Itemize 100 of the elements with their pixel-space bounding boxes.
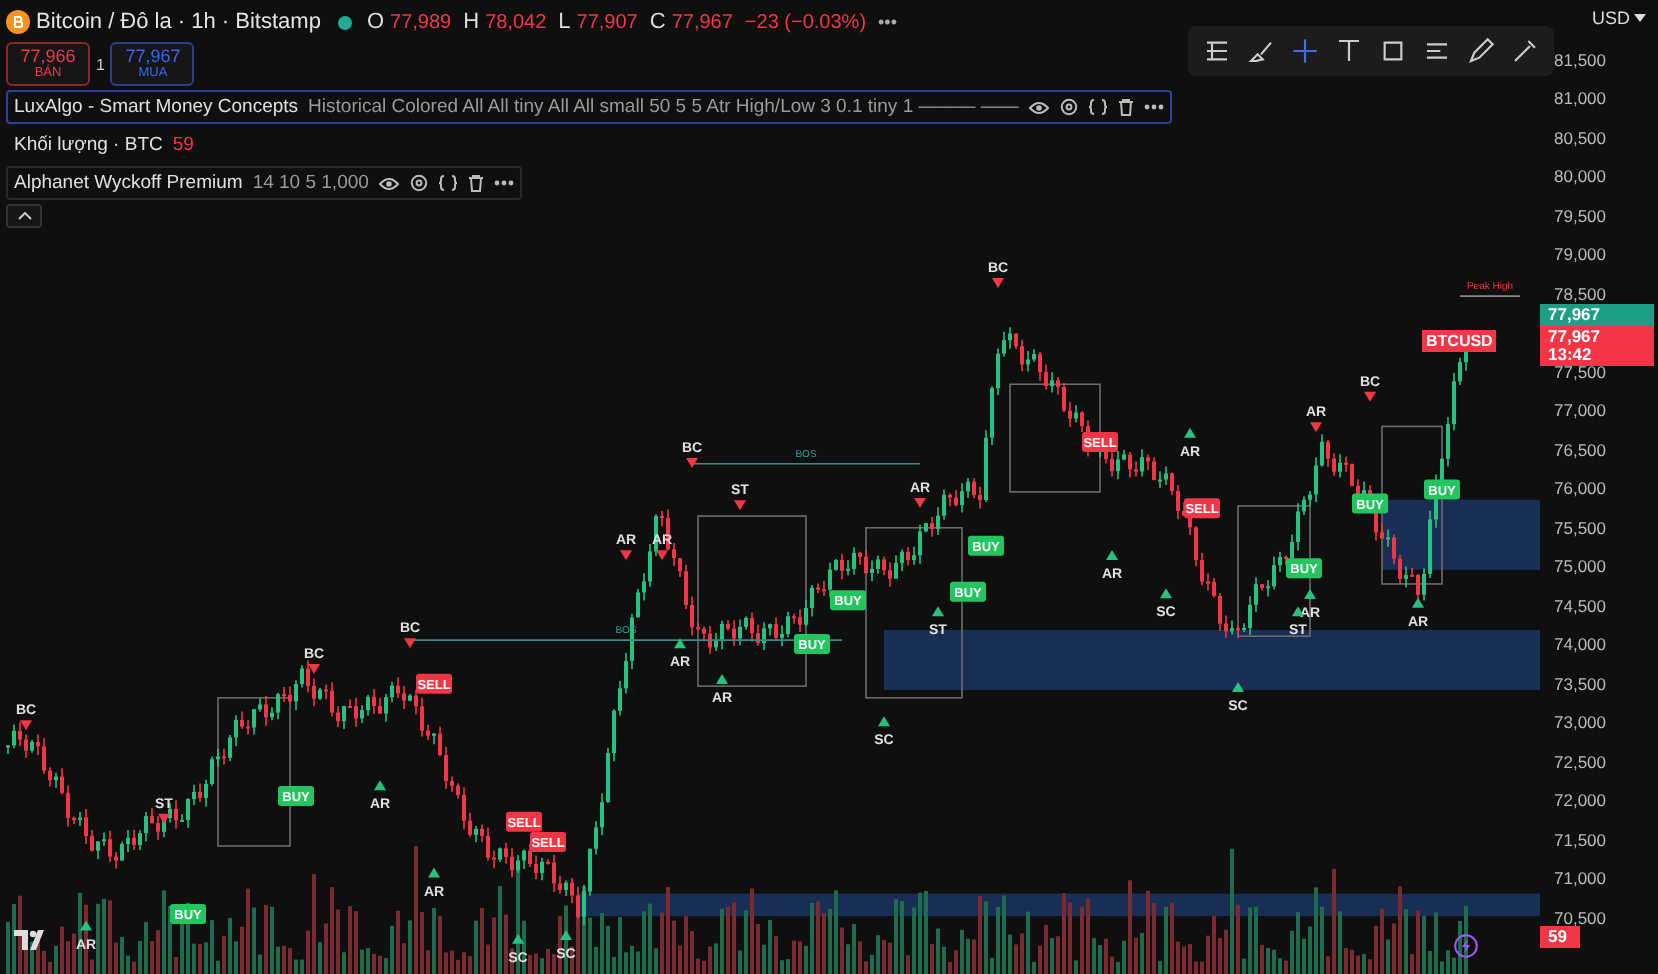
more-icon[interactable] <box>1144 104 1165 110</box>
price-tick: 80,500 <box>1554 125 1606 149</box>
price-tick: 73,000 <box>1554 710 1606 734</box>
triangle-up-icon <box>1160 588 1172 599</box>
settings-icon[interactable] <box>410 174 429 192</box>
price-tick: 80,000 <box>1554 164 1606 188</box>
eye-icon[interactable] <box>378 175 401 191</box>
triangle-up-icon <box>80 920 92 931</box>
price-tick: 74,000 <box>1554 632 1606 656</box>
volume-tag: 59 <box>1540 926 1580 948</box>
lightning-icon[interactable] <box>1454 934 1478 958</box>
tradingview-logo-icon[interactable] <box>14 930 50 950</box>
price-countdown-tag: 77,967 13:42 <box>1540 326 1654 366</box>
triangle-down-icon <box>308 664 320 675</box>
price-tick: 76,000 <box>1554 476 1606 500</box>
price-tick: 70,500 <box>1554 905 1606 929</box>
ohlc-value: 77,907 <box>576 11 638 33</box>
triangle-down-icon <box>656 550 668 561</box>
caret-down-icon <box>1634 14 1646 22</box>
triangle-up-icon <box>1412 597 1424 608</box>
braces-icon[interactable] <box>1088 98 1109 116</box>
price-tick: 71,000 <box>1554 866 1606 890</box>
triangle-down-icon <box>620 550 632 561</box>
triangle-up-icon <box>674 638 686 649</box>
price-change: −23 (−0.03%) <box>744 11 867 33</box>
more-icon[interactable] <box>494 180 515 186</box>
triangle-down-icon <box>404 638 416 649</box>
collapse-button[interactable] <box>6 204 42 228</box>
bitcoin-coin-icon <box>6 10 30 34</box>
price-tick: 72,000 <box>1554 788 1606 812</box>
triangle-up-icon <box>560 929 572 940</box>
ohlc-key: L <box>558 10 571 34</box>
triangle-up-icon <box>512 933 524 944</box>
ohlc-key: O <box>366 10 385 34</box>
price-tick: 71,500 <box>1554 827 1606 851</box>
indicator-params: 14 10 5 1,000 <box>252 172 369 194</box>
indicator-name: Khối lượng · BTC <box>14 134 163 156</box>
indicator-name: LuxAlgo - Smart Money Concepts <box>14 96 299 118</box>
ohlc-key: C <box>649 10 666 34</box>
brush-tool-icon <box>1246 36 1276 66</box>
indicator-name: Alphanet Wyckoff Premium <box>14 172 243 194</box>
eye-icon[interactable] <box>1028 99 1051 115</box>
picker-tool-icon <box>1510 36 1540 66</box>
price-tick: 72,500 <box>1554 749 1606 773</box>
indicator-legend[interactable]: Khối lượng · BTC 59 <box>6 128 202 162</box>
triangle-up-icon <box>1184 427 1196 438</box>
triangle-up-icon <box>716 674 728 685</box>
indicator-legend[interactable]: LuxAlgo - Smart Money Concepts Historical Colored All All tiny All All small 50 5 5 Atr High/Low 3 0.1 tiny 1 ——— —— <box>6 90 1173 124</box>
symbol-tag: BTCUSD <box>1422 330 1497 352</box>
triangle-up-icon <box>428 867 440 878</box>
price-tick: 79,500 <box>1554 203 1606 227</box>
price-tick: 74,500 <box>1554 593 1606 617</box>
price-tick: 77,000 <box>1554 398 1606 422</box>
triangle-up-icon <box>878 716 890 727</box>
trash-icon[interactable] <box>468 174 485 192</box>
last-price-tag: 77,967 <box>1540 304 1654 326</box>
cross-tool-icon <box>1290 36 1320 66</box>
settings-icon[interactable] <box>1060 98 1079 116</box>
triangle-down-icon <box>914 497 926 508</box>
caret-up-icon <box>17 212 31 220</box>
price-tick: 76,500 <box>1554 437 1606 461</box>
indicator-params: Historical Colored All All tiny All All small 50 5 5 Atr High/Low 3 0.1 tiny 1 ——— —— <box>308 96 1019 118</box>
triangle-down-icon <box>1364 391 1376 402</box>
ohlc-value: 77,967 <box>671 11 733 33</box>
currency-dropdown[interactable]: USD <box>1587 8 1650 28</box>
more-button[interactable]: ••• <box>878 12 897 32</box>
triangle-down-icon <box>1310 422 1322 433</box>
ohlc-value: 77,989 <box>390 11 452 33</box>
price-tick: 75,500 <box>1554 515 1606 539</box>
structure-line <box>1459 295 1521 297</box>
spread-value: 1 <box>96 55 105 73</box>
triangle-up-icon <box>1232 681 1244 692</box>
price-tick: 75,000 <box>1554 554 1606 578</box>
ohlc-value: 78,042 <box>485 11 547 33</box>
triangle-up-icon <box>932 606 944 617</box>
price-tick: 77,500 <box>1554 361 1606 383</box>
cross-tool-button[interactable] <box>1288 34 1322 68</box>
price-tick: 78,500 <box>1554 281 1606 305</box>
triangle-up-icon <box>1106 550 1118 561</box>
price-tick: 73,500 <box>1554 671 1606 695</box>
fib-tool-icon <box>1202 36 1232 66</box>
pencil-tool-button[interactable] <box>1464 34 1498 68</box>
braces-icon[interactable] <box>438 174 459 192</box>
price-tick: 81,500 <box>1554 48 1606 72</box>
triangle-down-icon <box>20 720 32 731</box>
triangle-down-icon <box>686 458 698 469</box>
ohlc-key: H <box>463 10 480 34</box>
price-tick: 81,000 <box>1554 86 1606 110</box>
symbol-title[interactable]: Bitcoin / Đô la · 1h · Bitstamp <box>36 10 321 34</box>
indicator-legend[interactable]: Alphanet Wyckoff Premium 14 10 5 1,000 <box>6 166 523 200</box>
price-tick: 79,000 <box>1554 242 1606 266</box>
triangle-down-icon <box>992 277 1004 288</box>
triangle-down-icon <box>734 500 746 511</box>
pencil-tool-icon <box>1466 36 1496 66</box>
triangle-up-icon <box>374 780 386 791</box>
triangle-down-icon <box>158 813 170 824</box>
rect-tool-icon <box>1378 36 1408 66</box>
indicator-params: 59 <box>172 134 194 156</box>
trash-icon[interactable] <box>1118 98 1135 116</box>
text-tool-icon <box>1334 36 1364 66</box>
